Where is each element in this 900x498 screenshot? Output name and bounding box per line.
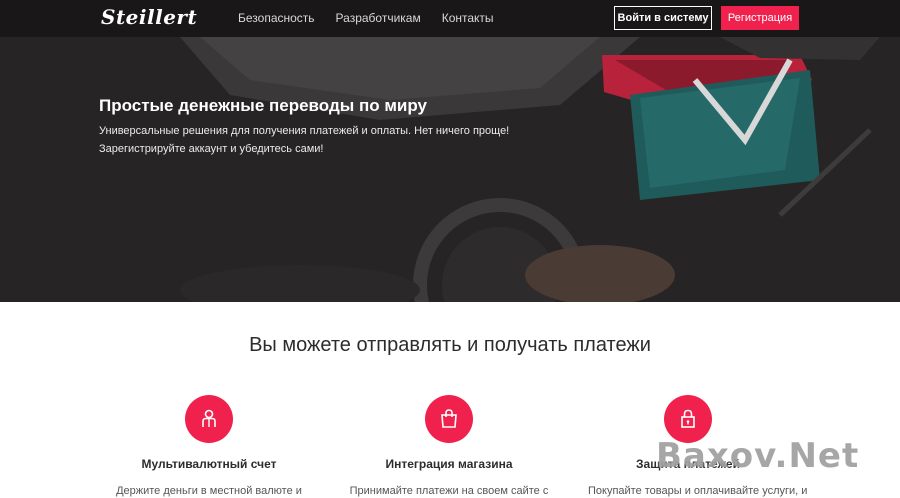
watermark: Baxov.Net <box>656 436 860 476</box>
feature-title: Интеграция магазина <box>385 457 513 471</box>
feature-description: Покупайте товары и оплачивайте услуги, и <box>588 485 808 497</box>
nav-link-security[interactable]: Безопасность <box>238 11 315 25</box>
main-nav: Безопасность Разработчикам Контакты <box>238 11 494 25</box>
hero-subtitle-line: Универсальные решения для получения плат… <box>99 125 510 137</box>
register-button[interactable]: Регистрация <box>721 6 799 30</box>
hero-section: Steillert Безопасность Разработчикам Кон… <box>0 0 900 302</box>
feature-description: Держите деньги в местной валюте и <box>116 485 302 497</box>
features-title: Вы можете отправлять и получать платежи <box>249 334 651 356</box>
feature-multicurrency: Мультивалютный счет Держите деньги в мес… <box>109 395 309 498</box>
hero-title: Простые денежные переводы по миру <box>99 96 427 115</box>
feature-description: Принимайте платежи на своем сайте с <box>349 485 549 497</box>
shopping-bag-icon <box>425 395 473 443</box>
nav-link-developers[interactable]: Разработчикам <box>336 11 421 25</box>
nav-link-contacts[interactable]: Контакты <box>442 11 494 25</box>
brand-logo[interactable]: Steillert <box>101 5 197 29</box>
feature-title: Мультивалютный счет <box>141 457 277 471</box>
landing-page: Steillert Безопасность Разработчикам Кон… <box>0 0 900 498</box>
feature-store-integration: Интеграция магазина Принимайте платежи н… <box>349 395 549 498</box>
user-icon <box>185 395 233 443</box>
login-button[interactable]: Войти в систему <box>614 6 712 30</box>
hero-subtitle: Универсальные решения для получения плат… <box>99 122 519 158</box>
hero-subtitle-line: Зарегистрируйте аккаунт и убедитесь сами… <box>99 143 324 155</box>
top-navigation-bar: Steillert Безопасность Разработчикам Кон… <box>0 0 900 37</box>
